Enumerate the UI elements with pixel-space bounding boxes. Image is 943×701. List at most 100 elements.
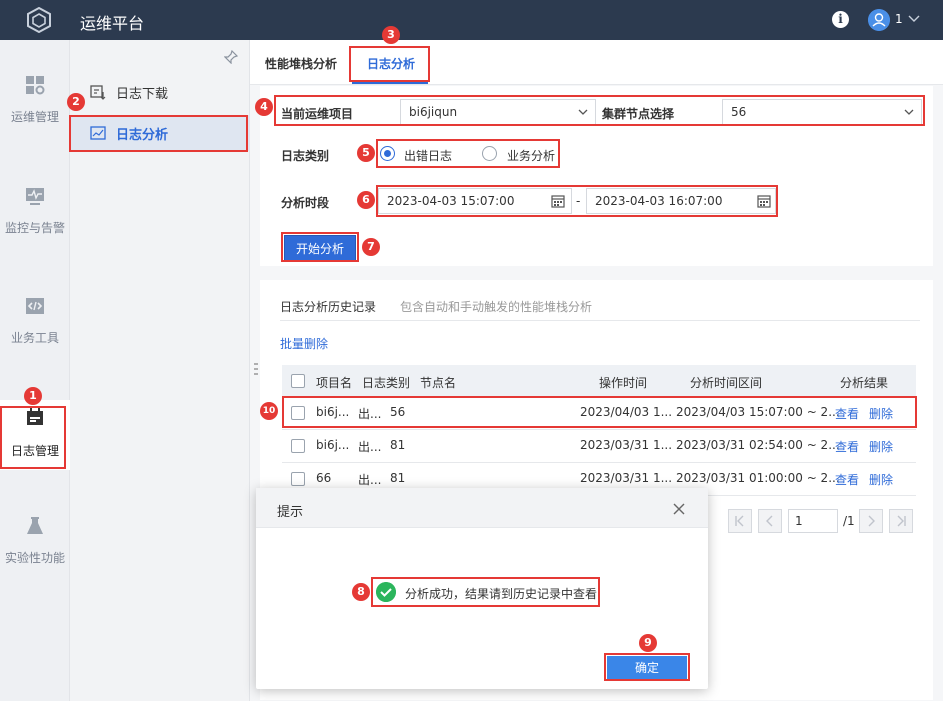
subnav-item-log-download[interactable]: 日志下载: [70, 74, 250, 110]
dialog-message: 分析成功，结果请到历史记录中查看: [405, 587, 598, 601]
marker-2: 2: [67, 93, 85, 111]
calendar-icon: [27, 408, 43, 425]
nav-item-label: 业务工具: [10, 331, 59, 345]
next-page-button[interactable]: [859, 509, 883, 533]
nav-item-label: 监控与告警: [4, 221, 65, 235]
marker-3: 3: [382, 26, 400, 44]
col-log-type: 日志类别: [362, 376, 411, 390]
cell-range: 2023/04/03 15:07:00 ~ 2...: [676, 405, 840, 419]
batch-delete-link[interactable]: 批量删除: [280, 335, 328, 352]
marker-5: 5: [357, 144, 375, 162]
view-link[interactable]: 查看: [835, 438, 859, 455]
end-time-input[interactable]: 2023-04-03 16:07:00: [586, 188, 776, 214]
cell-node: 56: [390, 405, 406, 419]
view-link[interactable]: 查看: [835, 471, 859, 488]
project-select[interactable]: bi6jiqun: [400, 99, 596, 125]
nav-item-experimental[interactable]: 实验性功能: [0, 515, 70, 566]
nav-item-monitor[interactable]: 监控与告警: [0, 185, 70, 236]
period-label: 分析时段: [281, 196, 330, 210]
radio-error-log-label[interactable]: 出错日志: [404, 147, 452, 164]
dialog-title: 提示: [277, 505, 304, 520]
col-op-time: 操作时间: [599, 376, 648, 390]
nav-item-logs[interactable]: 日志管理: [0, 400, 70, 470]
marker-9: 9: [639, 634, 657, 652]
delete-link[interactable]: 删除: [869, 438, 893, 455]
close-icon[interactable]: [672, 502, 686, 516]
top-bar: 运维平台 i 1: [0, 0, 943, 40]
calendar-icon[interactable]: [551, 194, 565, 208]
tab-active-indicator: [352, 82, 428, 84]
nav-item-tools[interactable]: 业务工具: [0, 295, 70, 346]
cell-op-time: 2023/03/31 1...: [580, 438, 673, 452]
nav-item-ops[interactable]: 运维管理: [0, 74, 70, 125]
pin-icon[interactable]: [224, 50, 238, 64]
user-avatar-icon[interactable]: [868, 9, 890, 31]
radio-business-analysis-label[interactable]: 业务分析: [507, 147, 555, 164]
cell-type: 出...: [358, 473, 382, 487]
cell-project: bi6j...: [316, 438, 350, 452]
cell-node: 81: [390, 438, 406, 452]
monitor-icon: [26, 188, 44, 205]
project-select-value: bi6jiqun: [409, 105, 458, 119]
marker-1: 1: [24, 387, 42, 405]
first-page-icon: [735, 515, 744, 527]
radio-business-analysis[interactable]: [482, 146, 497, 161]
chevron-down-icon[interactable]: [907, 11, 921, 25]
last-page-button[interactable]: [889, 509, 913, 533]
log-type-label: 日志类别: [281, 149, 330, 163]
history-title: 日志分析历史记录: [280, 300, 377, 314]
marker-7: 7: [362, 238, 380, 256]
cell-project: 66: [316, 471, 332, 485]
chevron-down-icon: [904, 109, 914, 115]
user-name[interactable]: 1: [895, 12, 903, 26]
node-select[interactable]: 56: [722, 99, 922, 125]
drag-handle-icon[interactable]: [254, 362, 258, 376]
nav-item-label: 日志管理: [10, 444, 59, 458]
cell-type: 出...: [358, 440, 382, 454]
node-label: 集群节点选择: [602, 107, 675, 121]
delete-link[interactable]: 删除: [869, 405, 893, 422]
range-separator: -: [576, 194, 581, 208]
end-time-value: 2023-04-03 16:07:00: [595, 194, 723, 208]
col-node: 节点名: [420, 376, 457, 390]
radio-error-log[interactable]: [380, 146, 395, 161]
info-icon[interactable]: i: [832, 11, 849, 28]
calendar-icon[interactable]: [757, 194, 771, 208]
row-checkbox[interactable]: [291, 472, 305, 486]
cell-type: 出...: [358, 407, 382, 421]
history-subtitle: 包含自动和手动触发的性能堆栈分析: [400, 300, 593, 314]
download-icon: [90, 85, 106, 100]
view-link[interactable]: 查看: [835, 405, 859, 422]
delete-link[interactable]: 删除: [869, 471, 893, 488]
cell-op-time: 2023/03/31 1...: [580, 471, 673, 485]
cell-project: bi6j...: [316, 405, 350, 419]
last-page-icon: [897, 515, 906, 527]
subnav-item-log-analysis[interactable]: 日志分析: [70, 115, 250, 151]
chevron-down-icon: [578, 109, 588, 115]
cell-range: 2023/03/31 01:00:00 ~ 2...: [676, 471, 840, 485]
nav-item-label: 运维管理: [10, 110, 59, 124]
cell-node: 81: [390, 471, 406, 485]
tab-perf-stack[interactable]: 性能堆栈分析: [265, 55, 337, 72]
first-page-button[interactable]: [728, 509, 752, 533]
start-analysis-button[interactable]: 开始分析: [284, 235, 356, 261]
prev-page-button[interactable]: [758, 509, 782, 533]
logo-cube-icon: [27, 7, 51, 33]
confirm-button[interactable]: 确定: [607, 656, 687, 680]
marker-6: 6: [357, 191, 375, 209]
col-result: 分析结果: [840, 376, 889, 390]
code-icon: [26, 298, 44, 314]
marker-8: 8: [352, 583, 370, 601]
subnav-item-label: 日志分析: [116, 128, 169, 143]
cell-op-time: 2023/04/03 1...: [580, 405, 673, 419]
page-input[interactable]: 1: [788, 509, 838, 533]
tab-bar: [250, 40, 943, 85]
col-range: 分析时间区间: [690, 376, 763, 390]
tab-log-analysis[interactable]: 日志分析: [367, 55, 415, 72]
row-checkbox[interactable]: [291, 439, 305, 453]
chart-icon: [90, 126, 106, 140]
project-label: 当前运维项目: [281, 107, 354, 121]
start-time-input[interactable]: 2023-04-03 15:07:00: [378, 188, 572, 214]
row-checkbox[interactable]: [291, 406, 305, 420]
select-all-checkbox[interactable]: [291, 374, 305, 388]
